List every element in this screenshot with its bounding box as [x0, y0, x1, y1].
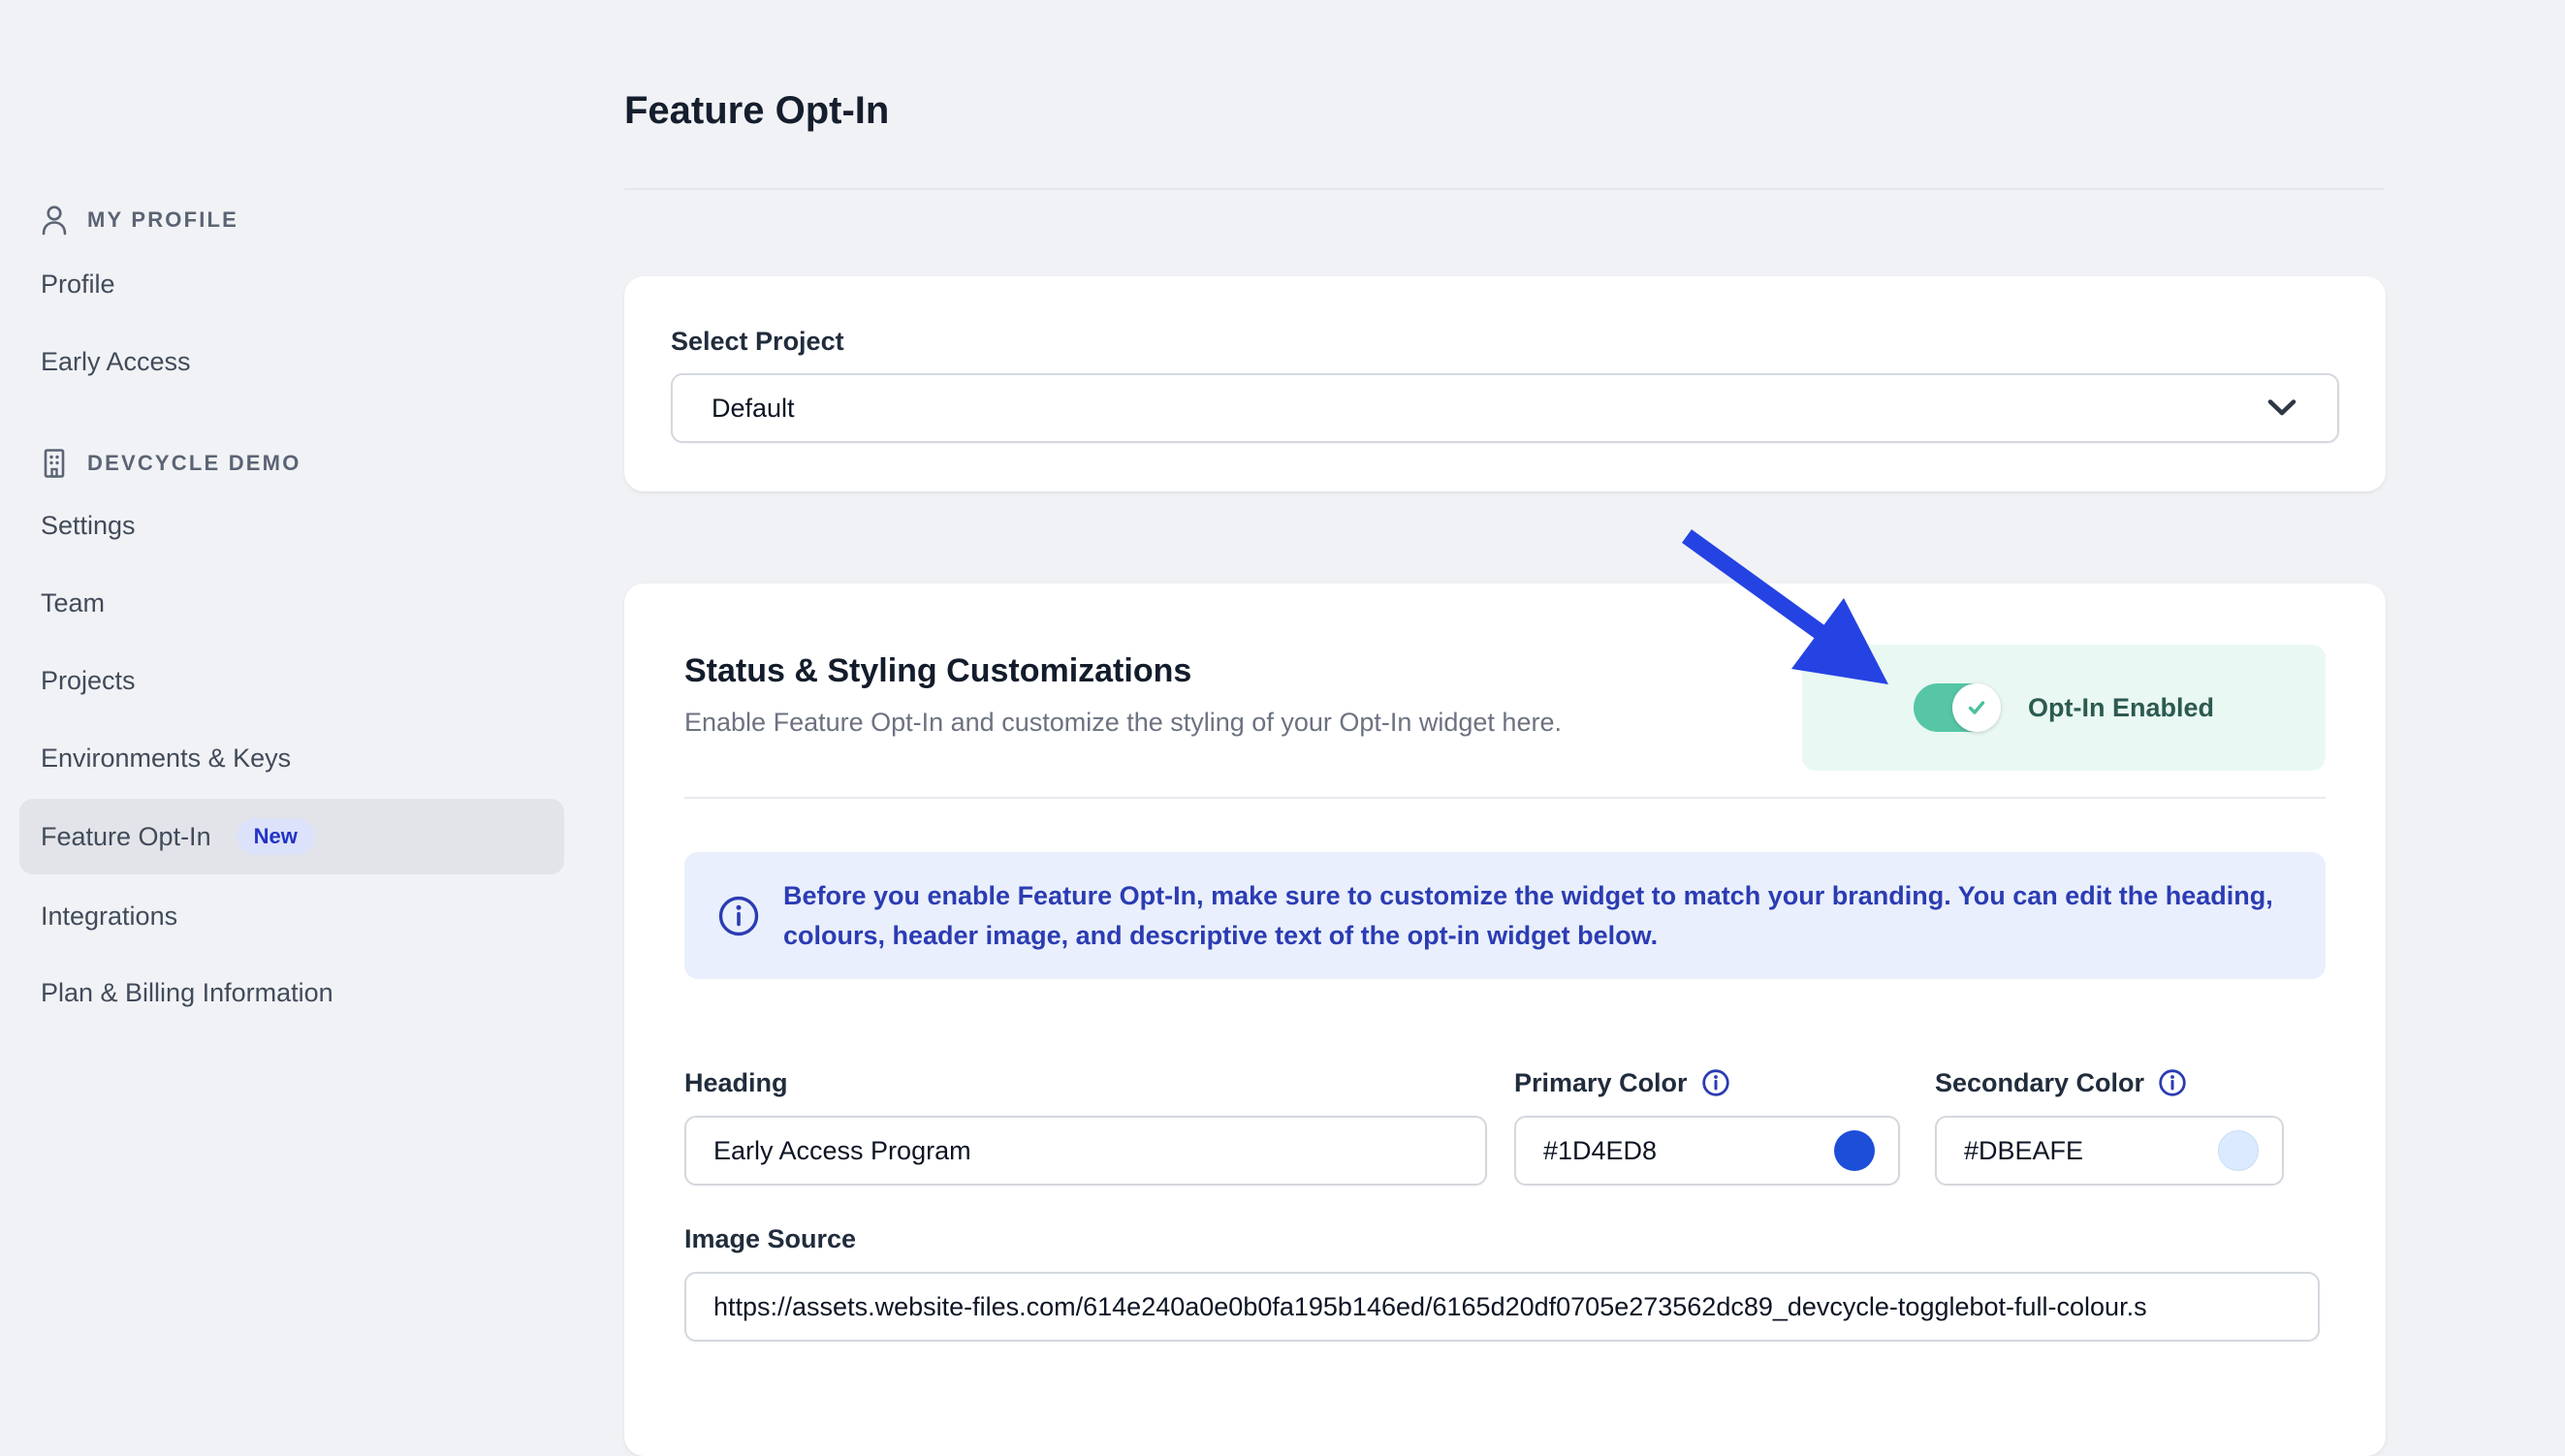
- project-select[interactable]: Default: [671, 373, 2339, 443]
- section-divider: [684, 797, 2326, 799]
- sidebar-item-profile[interactable]: Profile: [19, 263, 564, 305]
- sidebar-item-settings[interactable]: Settings: [19, 504, 564, 547]
- sidebar-item-projects[interactable]: Projects: [19, 659, 564, 702]
- section-subtitle: Enable Feature Opt-In and customize the …: [684, 706, 1562, 739]
- page-title: Feature Opt-In: [624, 89, 889, 133]
- sidebar-item-team[interactable]: Team: [19, 582, 564, 624]
- secondary-color-input[interactable]: [1964, 1136, 2202, 1166]
- status-styling-card: Status & Styling Customizations Enable F…: [624, 584, 2386, 1456]
- sidebar-item-label: Settings: [41, 511, 136, 541]
- primary-color-label: Primary Color: [1514, 1066, 1688, 1099]
- select-project-card: Select Project Default: [624, 276, 2386, 491]
- info-icon[interactable]: [1701, 1068, 1730, 1097]
- sidebar: MY PROFILE Profile Early Access DEVCYCLE…: [19, 199, 564, 1014]
- sidebar-section-my-profile: MY PROFILE: [19, 199, 564, 241]
- building-icon: [41, 448, 68, 479]
- sidebar-item-label: Team: [41, 588, 105, 618]
- primary-color-swatch[interactable]: [1834, 1130, 1875, 1171]
- info-banner: Before you enable Feature Opt-In, make s…: [684, 852, 2326, 979]
- sidebar-section-label: DEVCYCLE DEMO: [87, 451, 301, 476]
- sidebar-item-feature-opt-in[interactable]: Feature Opt-In New: [19, 799, 564, 874]
- check-icon: [1965, 698, 1988, 717]
- primary-color-field: Primary Color: [1514, 1066, 1900, 1186]
- sidebar-item-label: Early Access: [41, 347, 191, 377]
- secondary-color-swatch[interactable]: [2218, 1130, 2259, 1171]
- sidebar-item-label: Projects: [41, 666, 136, 696]
- sidebar-item-label: Environments & Keys: [41, 744, 291, 774]
- sidebar-item-label: Profile: [41, 269, 115, 300]
- select-project-label: Select Project: [671, 325, 2339, 358]
- opt-in-toggle-label: Opt-In Enabled: [2028, 693, 2214, 723]
- toggle-knob: [1952, 683, 2001, 732]
- sidebar-item-early-access[interactable]: Early Access: [19, 340, 564, 383]
- secondary-color-field: Secondary Color: [1935, 1066, 2284, 1186]
- sidebar-item-integrations[interactable]: Integrations: [19, 895, 564, 937]
- heading-input[interactable]: [713, 1136, 1462, 1166]
- person-icon: [41, 205, 68, 236]
- section-title: Status & Styling Customizations: [684, 651, 1562, 690]
- primary-color-input[interactable]: [1543, 1136, 1819, 1166]
- sidebar-section-devcycle-demo: DEVCYCLE DEMO: [19, 442, 564, 485]
- info-icon: [717, 895, 760, 937]
- heading-label: Heading: [684, 1066, 788, 1099]
- secondary-color-label: Secondary Color: [1935, 1066, 2144, 1099]
- image-source-label: Image Source: [684, 1222, 856, 1255]
- heading-field: Heading: [684, 1066, 1487, 1186]
- image-source-input[interactable]: [713, 1292, 2295, 1322]
- opt-in-toggle-box: Opt-In Enabled: [1802, 645, 2326, 771]
- project-select-value: Default: [712, 394, 795, 424]
- title-divider: [624, 188, 2385, 190]
- sidebar-item-label: Plan & Billing Information: [41, 978, 333, 1008]
- image-source-field: Image Source: [684, 1222, 2326, 1342]
- sidebar-section-label: MY PROFILE: [87, 207, 238, 233]
- opt-in-toggle[interactable]: [1914, 683, 1999, 732]
- new-badge: New: [237, 818, 315, 855]
- sidebar-item-label: Feature Opt-In: [41, 822, 211, 852]
- sidebar-item-plan-billing[interactable]: Plan & Billing Information: [19, 971, 564, 1014]
- info-banner-text: Before you enable Feature Opt-In, make s…: [783, 876, 2287, 956]
- chevron-down-icon: [2265, 398, 2298, 418]
- info-icon[interactable]: [2158, 1068, 2187, 1097]
- sidebar-item-label: Integrations: [41, 902, 177, 932]
- sidebar-item-environments-keys[interactable]: Environments & Keys: [19, 737, 564, 779]
